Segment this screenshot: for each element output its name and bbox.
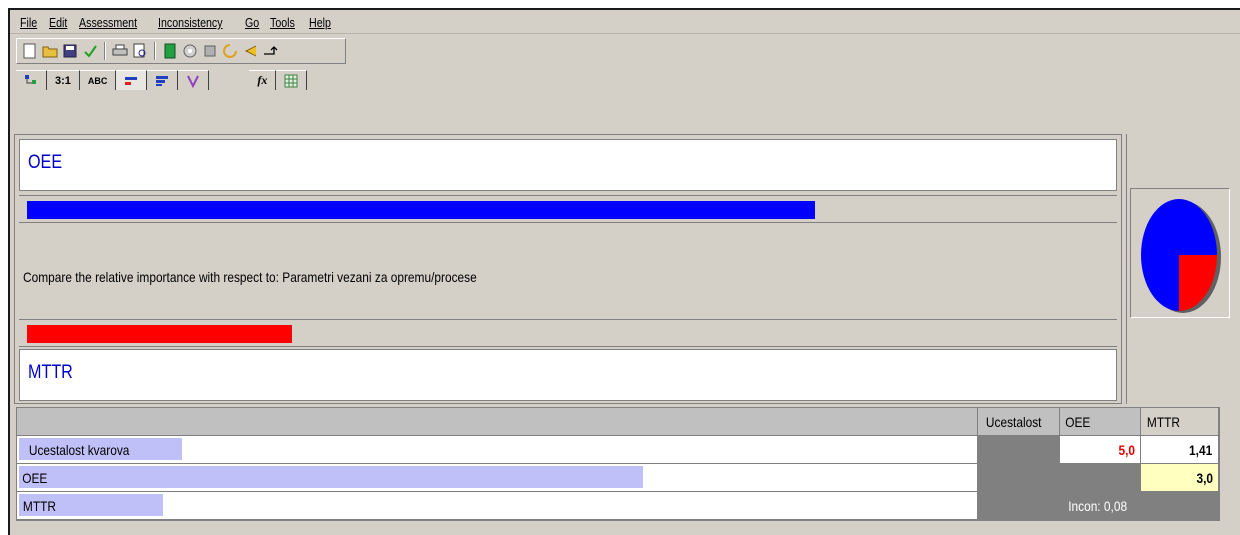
top-element-box: OEE [19,139,1117,191]
menu-go[interactable]: Go [245,15,259,30]
row-name-mttr[interactable]: MTTR [17,492,979,520]
inconsistency-value: Incon: 0,08 [1059,492,1142,520]
settings-icon[interactable] [181,42,199,60]
print-icon[interactable] [111,42,129,60]
app-window: File Edit Assessment Inconsistency Go To… [8,8,1240,535]
tab-grid[interactable] [276,70,308,90]
bottom-element-box: MTTR [19,349,1117,401]
goto-icon[interactable] [261,42,279,60]
check-icon[interactable] [81,42,99,60]
bar-red-icon [125,76,138,85]
panel-divider [1126,134,1127,404]
open-folder-icon[interactable] [41,42,59,60]
comparison-panel: OEE Compare the relative importance with… [14,134,1122,404]
pie-chart [1141,199,1221,313]
comparison-grid: Ucestalost OEE MTTR Ucestalost kvarova 5… [16,407,1220,521]
tab-bars[interactable] [147,70,179,90]
tree-icon [25,74,36,84]
pie-slice-mttr [1179,255,1217,311]
row-level-bar [19,466,643,488]
calculator-icon[interactable] [161,42,179,60]
row-name-ucestalost[interactable]: Ucestalost kvarova [17,436,979,464]
top-element-name: OEE [28,152,63,173]
tab-tree[interactable] [16,70,47,90]
refresh-icon[interactable] [221,42,239,60]
tab-numeric[interactable]: 3:1 [47,70,80,90]
menu-tools[interactable]: Tools [270,15,295,30]
cell-diagonal [978,436,1060,464]
grid-header-row: Ucestalost OEE MTTR [17,408,1219,436]
tab-verbal[interactable]: ABC [79,70,117,90]
bottom-importance-bar[interactable] [27,325,292,343]
cell-diagonal [1141,492,1219,520]
menu-assessment[interactable]: Assessment [79,15,137,30]
table-row[interactable]: Ucestalost kvarova 5,0 1,41 [17,436,1219,464]
menu-edit[interactable]: Edit [49,15,67,30]
grid-header-mttr: MTTR [1141,408,1219,436]
bottom-bar-strip[interactable] [19,319,1117,347]
menu-inconsistency[interactable]: Inconsistency [158,15,223,30]
top-importance-bar[interactable] [27,201,815,219]
table-row[interactable]: OEE 3,0 [17,464,1219,492]
cell-ucestalost-mttr[interactable]: 1,41 [1141,436,1219,464]
pie-chart-box [1130,188,1230,318]
view-tabs: 3:1 ABC fx [16,68,416,90]
save-icon[interactable] [61,42,79,60]
print-preview-icon[interactable] [131,42,149,60]
hierarchy-icon [187,75,200,88]
grid-icon [284,74,298,87]
table-row[interactable]: MTTR Incon: 0,08 [17,492,1219,520]
bar-blue-icon [156,75,169,86]
top-bar-strip[interactable] [19,195,1117,223]
tab-hierarchy[interactable] [178,70,210,90]
tab-graphical[interactable] [116,70,148,90]
new-file-icon[interactable] [21,42,39,60]
grid-header-ucestalost: Ucestalost [978,408,1060,436]
cell-empty [978,464,1060,492]
comparison-question: Compare the relative importance with res… [23,269,477,285]
toolbar-separator [104,42,106,60]
menu-file[interactable]: File [20,15,37,30]
bottom-element-name: MTTR [28,362,73,383]
grid-header-oee: OEE [1059,408,1142,436]
tools-icon[interactable] [201,42,219,60]
toolbar [16,38,346,64]
cell-empty [978,492,1060,520]
grid-header-corner [17,408,979,436]
cell-ucestalost-oee[interactable]: 5,0 [1059,436,1142,464]
toolbar-separator [154,42,156,60]
cell-oee-mttr[interactable]: 3,0 [1141,464,1219,492]
menu-help[interactable]: Help [309,15,331,30]
back-icon[interactable] [241,42,259,60]
tab-formula[interactable]: fx [249,70,277,90]
row-name-oee[interactable]: OEE [17,464,979,492]
menu-bar: File Edit Assessment Inconsistency Go To… [10,12,1240,34]
cell-diagonal [1059,464,1142,492]
